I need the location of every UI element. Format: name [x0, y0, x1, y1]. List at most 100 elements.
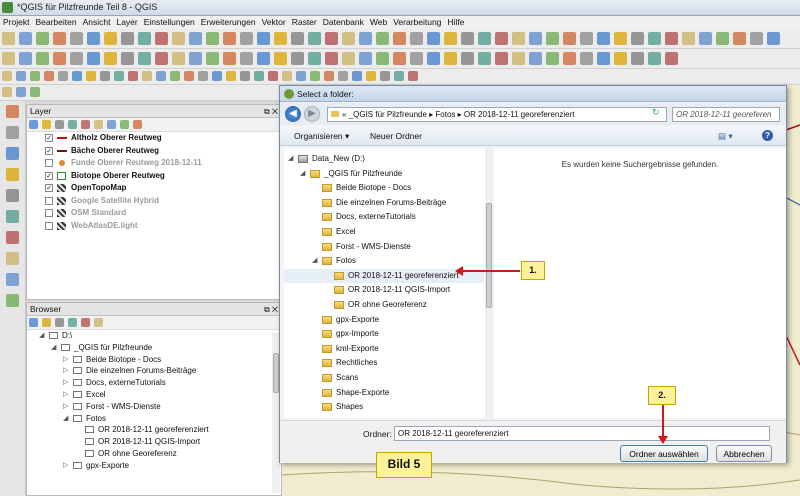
expand-arrow-icon[interactable]: ▷ — [63, 365, 68, 377]
menu-item[interactable]: Datenbank — [320, 16, 367, 29]
browser-item[interactable]: ◢ D:\ — [27, 330, 281, 342]
browser-item[interactable]: ▷ gpx-Exporte — [27, 460, 281, 472]
new-folder-button[interactable]: Neuer Ordner — [370, 131, 422, 141]
layer-visibility-checkbox[interactable] — [45, 221, 53, 230]
toolbar-tool-icon[interactable] — [226, 71, 236, 81]
layer-row[interactable]: OSM Standard — [27, 207, 281, 220]
toolbar-tool-icon[interactable] — [70, 52, 83, 65]
toolbar-tool-icon[interactable] — [614, 32, 627, 45]
toolbar-tool-icon[interactable] — [70, 32, 83, 45]
menu-item[interactable]: Layer — [113, 16, 140, 29]
toolbar-tool-icon[interactable] — [359, 52, 372, 65]
collapse-arrow-icon[interactable]: ◢ — [288, 152, 293, 166]
layer-tool-icon[interactable] — [6, 252, 19, 265]
cancel-button[interactable]: Abbrechen — [716, 445, 772, 462]
layer-tool-icon[interactable] — [6, 189, 19, 202]
layer-visibility-checkbox[interactable] — [45, 196, 53, 205]
layer-row[interactable]: Google Satellite Hybrid — [27, 195, 281, 208]
browser-item[interactable]: ▷ Forst - WMS-Dienste — [27, 401, 281, 413]
menu-item[interactable]: Ansicht — [80, 16, 114, 29]
toolbar-tool-icon[interactable] — [394, 71, 404, 81]
menu-item[interactable]: Web — [367, 16, 390, 29]
menu-item[interactable]: Verarbeitung — [390, 16, 444, 29]
toolbar-tool-icon[interactable] — [156, 71, 166, 81]
toolbar-tool-icon[interactable] — [206, 52, 219, 65]
layer-row[interactable]: Funde Oberer Reutweg 2018-12-11 — [27, 157, 281, 170]
collapse-arrow-icon[interactable]: ◢ — [300, 167, 305, 181]
toolbar-tool-icon[interactable] — [512, 52, 525, 65]
toolbar-tool-icon[interactable] — [104, 52, 117, 65]
toolbar-tool-icon[interactable] — [121, 32, 134, 45]
toolbar-tool-icon[interactable] — [393, 52, 406, 65]
toolbar-tool-icon[interactable] — [699, 32, 712, 45]
panel-tool-icon[interactable] — [68, 120, 77, 129]
toolbar-tool-icon[interactable] — [198, 71, 208, 81]
toolbar-tool-icon[interactable] — [58, 71, 68, 81]
toolbar-tool-icon[interactable] — [325, 52, 338, 65]
layer-visibility-checkbox[interactable]: ✓ — [45, 146, 53, 155]
toolbar-tool-icon[interactable] — [495, 32, 508, 45]
browser-item[interactable]: OR 2018-12-11 QGIS-Import — [27, 436, 281, 448]
panel-tool-icon[interactable] — [94, 318, 103, 327]
toolbar-tool-icon[interactable] — [427, 52, 440, 65]
layer-tool-icon[interactable] — [6, 231, 19, 244]
panel-tool-icon[interactable] — [94, 120, 103, 129]
layer-visibility-checkbox[interactable]: ✓ — [45, 184, 53, 192]
toolbar-tool-icon[interactable] — [155, 52, 168, 65]
toolbar-tool-icon[interactable] — [478, 52, 491, 65]
folder-tree-scrollbar[interactable] — [485, 148, 493, 418]
toolbar-tool-icon[interactable] — [376, 32, 389, 45]
toolbar-tool-icon[interactable] — [30, 87, 40, 97]
collapse-arrow-icon[interactable]: ◢ — [51, 342, 56, 354]
panel-tool-icon[interactable] — [107, 120, 116, 129]
toolbar-tool-icon[interactable] — [240, 71, 250, 81]
toolbar-tool-icon[interactable] — [733, 32, 746, 45]
toolbar-tool-icon[interactable] — [138, 52, 151, 65]
toolbar-tool-icon[interactable] — [563, 52, 576, 65]
toolbar-tool-icon[interactable] — [257, 52, 270, 65]
folder-tree-scroll-thumb[interactable] — [486, 203, 492, 308]
toolbar-tool-icon[interactable] — [324, 71, 334, 81]
menu-item[interactable]: Erweiterungen — [198, 16, 259, 29]
toolbar-tool-icon[interactable] — [2, 52, 15, 65]
menu-item[interactable]: Projekt — [0, 16, 32, 29]
toolbar-tool-icon[interactable] — [716, 32, 729, 45]
layer-tool-icon[interactable] — [6, 273, 19, 286]
toolbar-tool-icon[interactable] — [461, 52, 474, 65]
toolbar-tool-icon[interactable] — [223, 52, 236, 65]
toolbar-tool-icon[interactable] — [380, 71, 390, 81]
browser-item[interactable]: ▷ Excel — [27, 389, 281, 401]
toolbar-tool-icon[interactable] — [648, 52, 661, 65]
view-options-icon[interactable]: ▤ ▾ — [718, 131, 733, 142]
toolbar-tool-icon[interactable] — [310, 71, 320, 81]
layer-row[interactable]: ✓ Bäche Oberer Reutweg — [27, 145, 281, 158]
toolbar-tool-icon[interactable] — [408, 71, 418, 81]
layer-tool-icon[interactable] — [6, 126, 19, 139]
layer-row[interactable]: WebAtlasDE.light — [27, 220, 281, 233]
collapse-arrow-icon[interactable]: ◢ — [39, 330, 44, 342]
toolbar-tool-icon[interactable] — [128, 71, 138, 81]
toolbar-tool-icon[interactable] — [563, 32, 576, 45]
panel-tool-icon[interactable] — [42, 318, 51, 327]
toolbar-tool-icon[interactable] — [87, 32, 100, 45]
panel-tool-icon[interactable] — [81, 120, 90, 129]
toolbar-tool-icon[interactable] — [189, 52, 202, 65]
toolbar-tool-icon[interactable] — [172, 32, 185, 45]
toolbar-tool-icon[interactable] — [665, 32, 678, 45]
toolbar-tool-icon[interactable] — [393, 32, 406, 45]
help-icon[interactable]: ? — [762, 130, 773, 141]
toolbar-tool-icon[interactable] — [19, 32, 32, 45]
toolbar-tool-icon[interactable] — [104, 32, 117, 45]
layer-tool-icon[interactable] — [6, 294, 19, 307]
toolbar-tool-icon[interactable] — [597, 32, 610, 45]
toolbar-tool-icon[interactable] — [529, 32, 542, 45]
toolbar-tool-icon[interactable] — [274, 32, 287, 45]
toolbar-tool-icon[interactable] — [206, 32, 219, 45]
toolbar-tool-icon[interactable] — [338, 71, 348, 81]
layer-row[interactable]: ✓ Altholz Oberer Reutweg — [27, 132, 281, 145]
toolbar-tool-icon[interactable] — [296, 71, 306, 81]
collapse-arrow-icon[interactable]: ◢ — [63, 413, 68, 425]
panel-tool-icon[interactable] — [68, 318, 77, 327]
toolbar-tool-icon[interactable] — [682, 32, 695, 45]
toolbar-tool-icon[interactable] — [53, 52, 66, 65]
